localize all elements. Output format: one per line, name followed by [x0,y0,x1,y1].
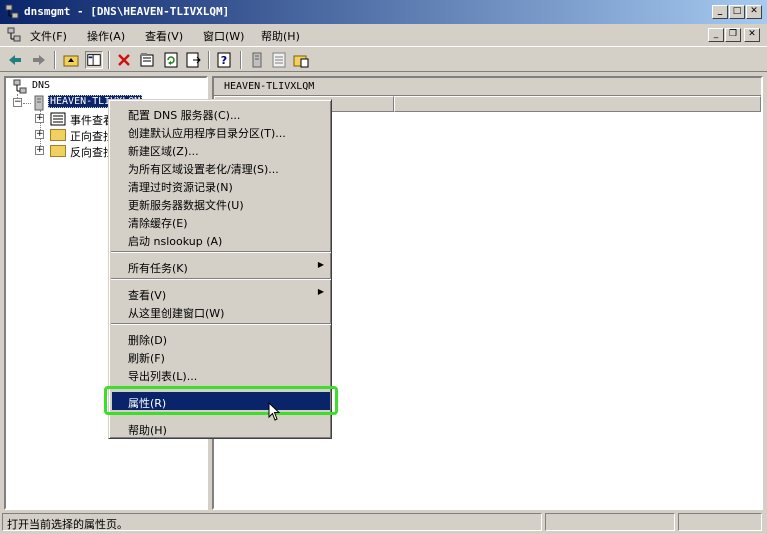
refresh-icon[interactable] [162,51,180,69]
forward-icon[interactable] [30,51,48,69]
column-header-empty[interactable] [394,96,761,112]
toolbar-separator [208,51,210,69]
toolbar-separator [54,51,56,69]
properties-icon[interactable] [138,51,156,69]
status-text: 打开当前选择的属性页。 [7,518,128,531]
menu-item-aging-scavenging[interactable]: 为所有区域设置老化/清理(S)... [112,158,330,176]
menu-item-new-window[interactable]: 从这里创建窗口(W) [112,302,330,320]
window-title: dnsmgmt - [DNS\HEAVEN-TLIVXLQM] [24,5,230,18]
mouse-pointer-icon [268,402,281,421]
tree-root-label: DNS [32,80,51,91]
details-header-title: HEAVEN-TLIVXLQM [224,81,315,92]
menu-item-scavenge-records[interactable]: 清理过时资源记录(N) [112,176,330,194]
list-icon[interactable] [270,51,288,69]
mmc-window: dnsmgmt - [DNS\HEAVEN-TLIVXLQM] _ □ ✕ 文件… [0,0,767,534]
status-bar: 打开当前选择的属性页。 [0,512,767,534]
menu-item-view[interactable]: 查看(V) ▶ [112,284,330,302]
menu-item-configure-dns[interactable]: 配置 DNS 服务器(C)... [112,104,330,122]
menu-window[interactable]: 窗口(W) [203,28,244,44]
folder-icon [50,145,66,157]
menu-bar: 文件(F) 操作(A) 查看(V) 窗口(W) 帮助(H) [0,25,767,45]
menu-item-refresh[interactable]: 刷新(F) [112,347,330,365]
status-panel-2 [545,513,675,531]
minimize-button[interactable]: _ [712,5,728,19]
menu-item-launch-nslookup[interactable]: 启动 nslookup (A) [112,230,330,248]
expand-icon[interactable]: + [35,114,44,123]
help-icon[interactable]: ? [216,51,234,69]
menu-file[interactable]: 文件(F) [30,28,67,44]
toolbar-separator [108,51,110,69]
folder-icon [50,129,66,141]
menu-item-export-list[interactable]: 导出列表(L)... [112,365,330,383]
status-panel-main: 打开当前选择的属性页。 [2,513,542,531]
menu-item-delete[interactable]: 删除(D) [112,329,330,347]
up-folder-icon[interactable] [62,51,80,69]
menu-item-all-tasks[interactable]: 所有任务(K) ▶ [112,257,330,275]
dns-root-icon [13,79,27,94]
menu-help[interactable]: 帮助(H) [261,28,300,44]
server-icon[interactable] [248,51,266,69]
maximize-button[interactable]: □ [729,5,745,19]
menu-item-update-data-files[interactable]: 更新服务器数据文件(U) [112,194,330,212]
menu-view[interactable]: 查看(V) [145,28,183,44]
mdi-restore-button[interactable]: ❐ [725,28,741,42]
menu-item-clear-cache[interactable]: 清除缓存(E) [112,212,330,230]
menu-separator [111,323,331,325]
back-icon[interactable] [6,51,24,69]
dns-app-icon [5,4,19,19]
folder-icon[interactable] [292,51,310,69]
server-icon [34,95,44,111]
menu-item-help[interactable]: 帮助(H) [112,419,330,437]
details-header: HEAVEN-TLIVXLQM [214,78,761,96]
submenu-arrow-icon: ▶ [317,287,324,296]
event-viewer-icon [50,112,66,126]
close-button[interactable]: ✕ [746,5,762,19]
svg-text:?: ? [221,54,227,67]
menu-item-new-zone[interactable]: 新建区域(Z)... [112,140,330,158]
expand-icon[interactable]: + [35,130,44,139]
mdi-close-button[interactable]: ✕ [744,28,760,42]
menu-item-create-partition[interactable]: 创建默认应用程序目录分区(T)... [112,122,330,140]
export-icon[interactable] [185,51,203,69]
toolbar-separator [240,51,242,69]
submenu-arrow-icon: ▶ [317,260,324,269]
expand-icon[interactable]: + [35,146,44,155]
menu-separator [111,251,331,253]
delete-icon[interactable] [115,51,133,69]
highlight-annotation [104,386,338,415]
title-bar[interactable]: dnsmgmt - [DNS\HEAVEN-TLIVXLQM] _ □ ✕ [0,0,767,24]
collapse-icon[interactable]: − [13,98,22,107]
dns-menu-icon[interactable] [6,27,22,43]
menu-separator [111,278,331,280]
status-panel-3 [678,513,762,531]
mdi-minimize-button[interactable]: _ [708,28,724,42]
toolbar: ? [0,46,767,72]
menu-action[interactable]: 操作(A) [87,28,125,44]
show-tree-icon[interactable] [85,51,103,69]
